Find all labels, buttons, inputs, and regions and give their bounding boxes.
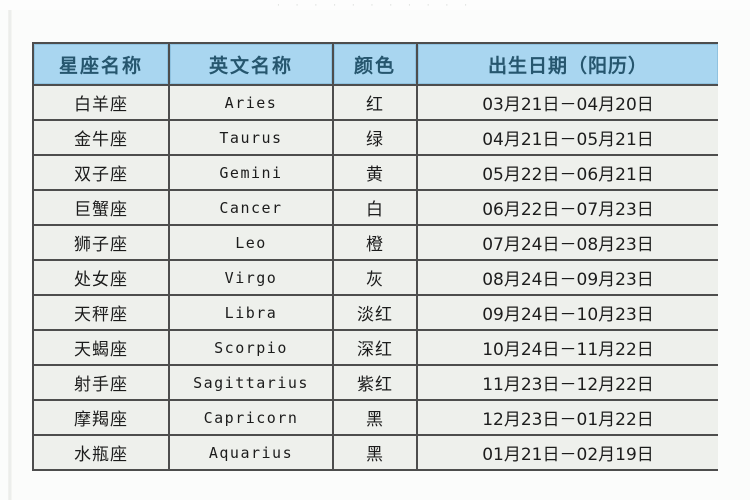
table-row: 处女座 Virgo 灰 08月24日－09月23日 [34, 261, 718, 294]
cell-date: 11月23日－12月22日 [418, 366, 718, 399]
cell-name: 摩羯座 [34, 401, 168, 434]
table-row: 水瓶座 Aquarius 黑 01月21日－02月19日 [34, 436, 718, 469]
table-header: 星座名称 英文名称 颜色 出生日期（阳历） [34, 44, 718, 84]
column-header-birth-date: 出生日期（阳历） [418, 44, 718, 84]
cell-name: 白羊座 [34, 86, 168, 119]
cell-date: 07月24日－08月23日 [418, 226, 718, 259]
cell-date: 06月22日－07月23日 [418, 191, 718, 224]
column-header-color: 颜色 [334, 44, 416, 84]
clipped-top-text: · · · · · · · · · · · [276, 0, 474, 10]
table-row: 白羊座 Aries 红 03月21日－04月20日 [34, 86, 718, 119]
table-row: 摩羯座 Capricorn 黑 12月23日－01月22日 [34, 401, 718, 434]
cell-en: Capricorn [170, 401, 332, 434]
column-header-zodiac-name: 星座名称 [34, 44, 168, 84]
cell-en: Leo [170, 226, 332, 259]
cell-name: 处女座 [34, 261, 168, 294]
page: · · · · · · · · · · · 星座名称 英文名称 颜色 出生日期（… [0, 0, 750, 500]
cell-date: 09月24日－10月23日 [418, 296, 718, 329]
cell-date: 03月21日－04月20日 [418, 86, 718, 119]
cell-color: 黑 [334, 401, 416, 434]
cell-date: 12月23日－01月22日 [418, 401, 718, 434]
cell-name: 金牛座 [34, 121, 168, 154]
cell-name: 双子座 [34, 156, 168, 189]
cell-date: 05月22日－06月21日 [418, 156, 718, 189]
table-row: 狮子座 Leo 橙 07月24日－08月23日 [34, 226, 718, 259]
cell-date: 10月24日－11月22日 [418, 331, 718, 364]
cell-name: 天秤座 [34, 296, 168, 329]
table-row: 巨蟹座 Cancer 白 06月22日－07月23日 [34, 191, 718, 224]
cell-color: 灰 [334, 261, 416, 294]
cell-color: 橙 [334, 226, 416, 259]
zodiac-table: 星座名称 英文名称 颜色 出生日期（阳历） 白羊座 Aries 红 03月21日－04… [32, 42, 718, 471]
cell-en: Gemini [170, 156, 332, 189]
cell-en: Sagittarius [170, 366, 332, 399]
table-row: 天秤座 Libra 淡红 09月24日－10月23日 [34, 296, 718, 329]
table-row: 双子座 Gemini 黄 05月22日－06月21日 [34, 156, 718, 189]
cell-name: 天蝎座 [34, 331, 168, 364]
table-row: 天蝎座 Scorpio 深红 10月24日－11月22日 [34, 331, 718, 364]
cell-en: Aquarius [170, 436, 332, 469]
cell-color: 紫红 [334, 366, 416, 399]
cell-en: Taurus [170, 121, 332, 154]
cell-date: 01月21日－02月19日 [418, 436, 718, 469]
cell-en: Libra [170, 296, 332, 329]
table-row: 金牛座 Taurus 绿 04月21日－05月21日 [34, 121, 718, 154]
cell-color: 淡红 [334, 296, 416, 329]
cell-color: 白 [334, 191, 416, 224]
cell-en: Aries [170, 86, 332, 119]
cell-name: 巨蟹座 [34, 191, 168, 224]
cell-en: Cancer [170, 191, 332, 224]
table-row: 射手座 Sagittarius 紫红 11月23日－12月22日 [34, 366, 718, 399]
cell-date: 08月24日－09月23日 [418, 261, 718, 294]
scanned-paper: 星座名称 英文名称 颜色 出生日期（阳历） 白羊座 Aries 红 03月21日－04… [0, 10, 750, 500]
zodiac-table-container: 星座名称 英文名称 颜色 出生日期（阳历） 白羊座 Aries 红 03月21日－04… [32, 42, 718, 500]
cell-color: 黑 [334, 436, 416, 469]
page-fold-shadow [8, 10, 12, 500]
cell-color: 黄 [334, 156, 416, 189]
cell-color: 深红 [334, 331, 416, 364]
cell-name: 水瓶座 [34, 436, 168, 469]
cell-color: 绿 [334, 121, 416, 154]
cell-name: 射手座 [34, 366, 168, 399]
cell-color: 红 [334, 86, 416, 119]
cell-name: 狮子座 [34, 226, 168, 259]
column-header-english-name: 英文名称 [170, 44, 332, 84]
cell-en: Virgo [170, 261, 332, 294]
cell-date: 04月21日－05月21日 [418, 121, 718, 154]
header-row: 星座名称 英文名称 颜色 出生日期（阳历） [34, 44, 718, 84]
table-body: 白羊座 Aries 红 03月21日－04月20日 金牛座 Taurus 绿 04月21日－0… [34, 86, 718, 469]
cell-en: Scorpio [170, 331, 332, 364]
